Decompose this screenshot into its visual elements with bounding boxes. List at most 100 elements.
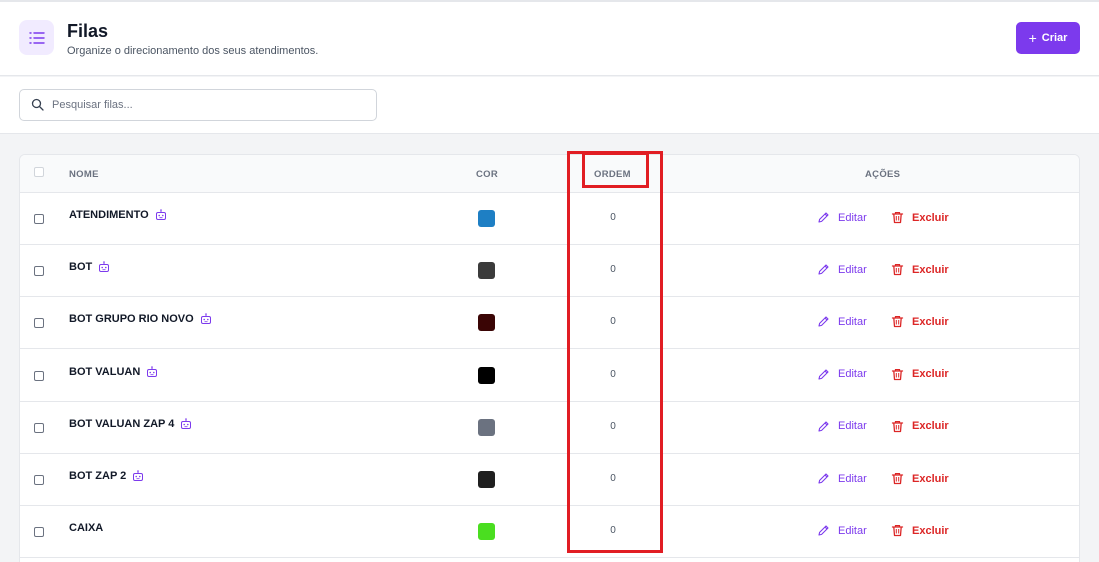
robot-icon (155, 209, 167, 221)
table-row: BOT GRUPO RIO NOVO 0 Editar Excluir (20, 297, 1079, 350)
delete-button[interactable]: Excluir (891, 368, 949, 381)
trash-icon (891, 211, 904, 224)
queue-name: BOT GRUPO RIO NOVO (69, 313, 194, 326)
edit-button[interactable]: Editar (817, 524, 867, 537)
edit-label: Editar (838, 211, 867, 224)
queue-name-cell: BOT VALUAN ZAP 4 (69, 418, 192, 430)
delete-button[interactable]: Excluir (891, 524, 949, 537)
robot-icon (146, 365, 158, 378)
create-button-label: Criar (1041, 32, 1068, 44)
delete-label: Excluir (912, 472, 949, 485)
queue-name-cell: ATENDIMENTO (69, 209, 167, 221)
queue-name: BOT VALUAN (69, 365, 141, 378)
list-icon (19, 20, 54, 55)
robot-icon (180, 417, 192, 430)
color-swatch (478, 523, 495, 541)
edit-button[interactable]: Editar (817, 368, 867, 381)
color-swatch (478, 366, 495, 384)
table-row: BOT 0 Editar Excluir (20, 245, 1079, 298)
edit-button[interactable]: Editar (817, 472, 867, 485)
trash-icon (891, 472, 904, 485)
robot-icon (132, 470, 144, 482)
robot-icon (98, 261, 110, 273)
page-subtitle: Organize o direcionamento dos seus atend… (67, 45, 319, 57)
delete-button[interactable]: Excluir (891, 315, 949, 328)
delete-label: Excluir (912, 263, 949, 276)
row-checkbox[interactable] (34, 527, 44, 538)
queue-name: BOT VALUAN ZAP 4 (69, 417, 175, 430)
color-swatch (478, 471, 495, 488)
delete-label: Excluir (912, 524, 949, 537)
order-value: 0 (610, 473, 616, 484)
row-checkbox[interactable] (34, 370, 44, 381)
column-header-color[interactable]: COR (476, 169, 498, 180)
trash-icon (891, 368, 904, 381)
delete-label: Excluir (912, 211, 949, 224)
delete-button[interactable]: Excluir (891, 420, 949, 433)
queue-name: CAIXA (69, 522, 104, 535)
select-all-checkbox[interactable] (34, 167, 44, 177)
queue-name-cell: BOT GRUPO RIO NOVO (69, 313, 212, 325)
trash-icon (891, 315, 904, 328)
pencil-icon (817, 211, 830, 224)
queue-name: ATENDIMENTO (69, 209, 149, 221)
edit-button[interactable]: Editar (817, 315, 867, 328)
edit-button[interactable]: Editar (817, 211, 867, 224)
trash-icon (891, 524, 904, 537)
table-row: CAIXA 0 Editar Excluir (20, 506, 1079, 559)
edit-label: Editar (838, 263, 867, 276)
row-checkbox[interactable] (34, 214, 44, 224)
edit-label: Editar (838, 368, 867, 381)
table-header: NOME COR ORDEM AÇÕES (20, 155, 1079, 193)
column-header-actions: AÇÕES (865, 169, 901, 180)
edit-label: Editar (838, 524, 867, 537)
pencil-icon (817, 524, 830, 537)
column-header-name[interactable]: NOME (69, 169, 99, 180)
queue-name-cell: CAIXA (69, 522, 103, 534)
delete-button[interactable]: Excluir (891, 263, 949, 276)
pencil-icon (817, 368, 830, 381)
pencil-icon (817, 263, 830, 276)
search-icon (31, 98, 44, 116)
queue-name: BOT (69, 261, 93, 274)
search-input[interactable] (52, 96, 362, 114)
queue-name: BOT ZAP 2 (69, 470, 127, 482)
table-row: BOT VALUAN ZAP 4 0 Editar Excluir (20, 401, 1079, 454)
plus-icon: + (1028, 30, 1037, 46)
order-value: 0 (610, 212, 616, 223)
search-bar (0, 77, 1099, 134)
queue-name-cell: BOT ZAP 2 (69, 470, 144, 482)
pencil-icon (817, 420, 830, 433)
color-swatch (478, 262, 495, 280)
queues-table: NOME COR ORDEM AÇÕES ATENDIMENTO 0 Editar E… (19, 154, 1080, 562)
trash-icon (891, 263, 904, 276)
table-row: BOT VALUAN 0 Editar Excluir (20, 349, 1079, 402)
edit-label: Editar (838, 472, 867, 485)
row-checkbox[interactable] (34, 266, 44, 277)
delete-button[interactable]: Excluir (891, 211, 949, 224)
page-title: Filas (67, 21, 109, 41)
order-value: 0 (610, 264, 616, 276)
search-box[interactable] (19, 89, 377, 121)
order-value: 0 (610, 316, 616, 328)
queue-name-cell: BOT VALUAN (69, 366, 158, 378)
delete-button[interactable]: Excluir (891, 472, 949, 485)
create-button[interactable]: + Criar (1016, 22, 1080, 54)
column-header-order[interactable]: ORDEM (594, 169, 631, 180)
delete-label: Excluir (912, 368, 949, 381)
table-row: ATENDIMENTO 0 Editar Excluir (20, 193, 1079, 245)
edit-label: Editar (838, 315, 867, 328)
color-swatch (478, 418, 495, 436)
edit-button[interactable]: Editar (817, 420, 867, 433)
order-value: 0 (610, 420, 616, 432)
color-swatch (478, 314, 495, 332)
row-checkbox[interactable] (34, 422, 44, 433)
row-checkbox[interactable] (34, 475, 44, 485)
color-swatch (478, 210, 495, 227)
trash-icon (891, 420, 904, 433)
edit-button[interactable]: Editar (817, 263, 867, 276)
edit-label: Editar (838, 420, 867, 433)
robot-icon (200, 313, 212, 325)
order-value: 0 (610, 368, 616, 380)
row-checkbox[interactable] (34, 318, 44, 329)
